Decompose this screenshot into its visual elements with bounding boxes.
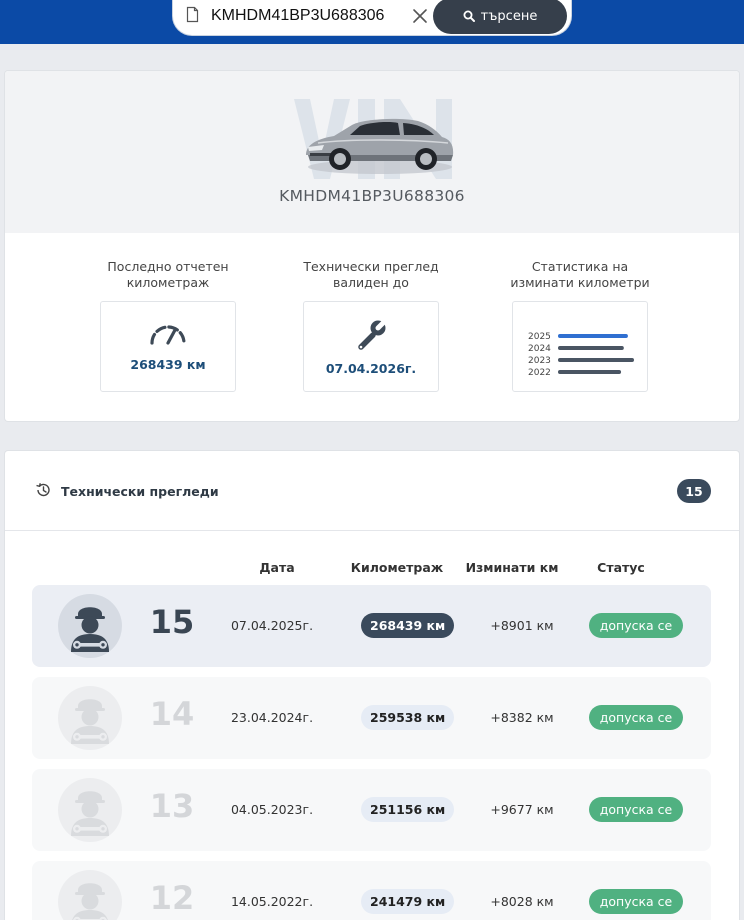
inspection-row[interactable]: 14 23.04.2024г. 259538 км +8382 км допус… — [32, 677, 711, 759]
search-icon — [463, 10, 475, 22]
inspection-number: 12 — [149, 879, 195, 917]
mileage-badge: 241479 км — [361, 889, 455, 914]
stat-inspection-valid: Технически преглед валиден до 07.04.2026… — [291, 259, 451, 392]
mechanic-avatar-icon — [58, 778, 122, 842]
stat-label-line: валиден до — [333, 275, 409, 290]
stat-label-line: километраж — [126, 275, 210, 290]
wrench-icon — [358, 317, 389, 350]
chart-year-label: 2023 — [528, 356, 551, 366]
column-header-distance: Изминати км — [465, 560, 559, 575]
document-search-icon — [186, 6, 199, 23]
car-image — [294, 99, 454, 179]
status-badge: допуска се — [589, 705, 683, 730]
vehicle-header: KMHDM41BP3U688306 — [5, 71, 739, 233]
inspections-header: Технически прегледи 15 — [5, 451, 739, 531]
chart-bar — [558, 345, 624, 350]
chart-year-label: 2025 — [528, 332, 551, 342]
inspection-date: 23.04.2024г. — [230, 710, 314, 725]
mileage-badge: 251156 км — [361, 797, 455, 822]
distance-driven: +8382 км — [490, 710, 554, 725]
chart-bar — [558, 357, 634, 362]
inspection-number: 13 — [149, 787, 195, 825]
speedometer-icon — [150, 325, 186, 345]
status-badge: допуска се — [589, 797, 683, 822]
vin-number: KMHDM41BP3U688306 — [279, 187, 465, 205]
distance-driven: +8901 км — [490, 618, 554, 633]
search-button[interactable]: търсене — [433, 0, 567, 34]
mileage-mini-chart: 20252024202320222021 — [528, 332, 634, 377]
distance-driven: +9677 км — [490, 802, 554, 817]
inspections-card: Технически прегледи 15 Дата Километраж И… — [5, 451, 739, 920]
search-box: търсене — [172, 0, 572, 36]
inspection-row[interactable]: 12 14.05.2022г. 241479 км +8028 км допус… — [32, 861, 711, 920]
stat-label-line: изминати километри — [510, 275, 650, 290]
clear-search-button[interactable] — [407, 3, 433, 29]
inspection-date: 04.05.2023г. — [230, 802, 314, 817]
inspections-title: Технически прегледи — [61, 484, 219, 499]
inspection-date: 07.04.2025г. — [230, 618, 314, 633]
chart-bar — [558, 333, 628, 338]
inspection-row[interactable]: 15 07.04.2025г. 268439 км +8901 км допус… — [32, 585, 711, 667]
stat-value: 268439 км — [130, 357, 206, 372]
stat-box: 07.04.2026г. — [303, 301, 439, 392]
vehicle-card: KMHDM41BP3U688306 Последно отчетен килом… — [5, 71, 739, 421]
mechanic-avatar-icon — [58, 594, 122, 658]
inspections-count-badge: 15 — [677, 479, 711, 503]
inspection-number: 15 — [149, 603, 195, 641]
mileage-badge: 259538 км — [361, 705, 455, 730]
stat-last-mileage: Последно отчетен километраж 268439 км — [88, 259, 248, 392]
search-input[interactable] — [211, 4, 401, 28]
stat-label-line: Технически преглед — [303, 259, 439, 274]
close-icon — [413, 9, 427, 23]
chart-year-label: 2024 — [528, 344, 551, 354]
mechanic-avatar-icon — [58, 870, 122, 920]
status-badge: допуска се — [589, 889, 683, 914]
top-bar: търсене — [0, 0, 744, 44]
column-header-date: Дата — [259, 560, 295, 575]
history-icon — [36, 483, 50, 497]
stat-mileage-statistics[interactable]: Статистика на изминати километри 2025 202… — [500, 259, 660, 392]
stat-box: 268439 км — [100, 301, 236, 392]
chart-bar — [558, 369, 622, 374]
stat-box[interactable]: 20252024202320222021 — [512, 301, 648, 392]
inspection-row[interactable]: 13 04.05.2023г. 251156 км +9677 км допус… — [32, 769, 711, 851]
column-header-mileage: Километраж — [350, 560, 444, 575]
distance-driven: +8028 км — [490, 894, 554, 909]
inspection-date: 14.05.2022г. — [230, 894, 314, 909]
inspection-number: 14 — [149, 695, 195, 733]
column-header-status: Статус — [597, 560, 645, 575]
search-button-label: търсене — [480, 8, 538, 24]
mileage-badge: 268439 км — [361, 613, 455, 638]
stat-label-line: Последно отчетен — [107, 259, 229, 274]
stat-value: 07.04.2026г. — [325, 361, 417, 376]
status-badge: допуска се — [589, 613, 683, 638]
mechanic-avatar-icon — [58, 686, 122, 750]
chart-year-label: 2022 — [528, 368, 551, 377]
stat-label-line: Статистика на — [531, 259, 629, 274]
